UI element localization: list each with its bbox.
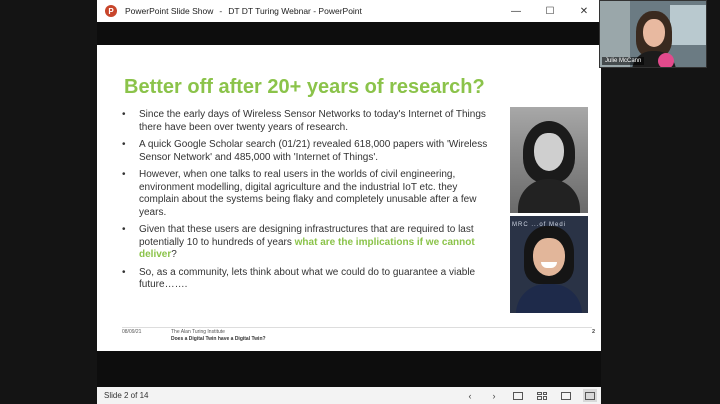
footer-institute: The Alan Turing Institute: [171, 329, 225, 335]
slide-show-shape: [585, 391, 595, 400]
slide-sorter-icon[interactable]: [535, 389, 549, 402]
participant-name: Julie McCann: [602, 57, 645, 65]
footer-date: 08/09/21: [122, 329, 142, 335]
window-title-separator: -: [219, 6, 223, 16]
previous-slide-icon[interactable]: ‹: [463, 389, 477, 402]
cam-window: [670, 5, 706, 45]
footer-divider: [122, 327, 592, 328]
slide-show-icon[interactable]: [583, 389, 597, 402]
photo-body: [518, 179, 580, 213]
photo-face: [533, 238, 565, 276]
cam-face: [643, 19, 665, 47]
bullet-item: So, as a community, lets think about wha…: [122, 267, 496, 292]
footer-subtitle: Does a Digital Twin have a Digital Twin?: [171, 336, 266, 342]
reading-view-shape: [561, 391, 571, 400]
normal-view-icon[interactable]: [511, 389, 525, 402]
bullet-item: Given that these users are designing inf…: [122, 224, 496, 262]
bullet-item: However, when one talks to real users in…: [122, 169, 496, 219]
maximize-button[interactable]: ☐: [533, 0, 567, 22]
powerpoint-window: P PowerPoint Slide Show - DT DT Turing Web…: [97, 0, 601, 404]
slide-sorter-shape: [537, 391, 547, 400]
slide-counter: Slide 2 of 14: [104, 391, 149, 400]
desktop: P PowerPoint Slide Show - DT DT Turing Web…: [0, 0, 720, 404]
window-title-document: DT DT Turing Webnar - PowerPoint: [228, 6, 362, 16]
bullet-item: A quick Google Scholar search (01/21) re…: [122, 139, 496, 164]
close-button[interactable]: ✕: [567, 0, 601, 22]
slide-page-number: 2: [592, 329, 596, 335]
bullet-list: Since the early days of Wireless Sensor …: [122, 109, 496, 297]
reading-view-icon[interactable]: [559, 389, 573, 402]
title-bar: P PowerPoint Slide Show - DT DT Turing Web…: [97, 0, 601, 22]
powerpoint-app-icon: P: [105, 5, 117, 17]
normal-view-shape: [513, 391, 523, 400]
cam-accessory: [658, 53, 674, 67]
status-bar-controls: ‹ ›: [463, 387, 597, 404]
slide-canvas[interactable]: Better off after 20+ years of research? …: [97, 45, 601, 351]
window-title-app: PowerPoint Slide Show: [125, 6, 214, 16]
window-title: PowerPoint Slide Show - DT DT Turing Webna…: [125, 6, 362, 16]
status-bar: Slide 2 of 14 ‹ ›: [97, 387, 601, 404]
slide-title: Better off after 20+ years of research?: [124, 76, 485, 98]
photo-face: [534, 133, 564, 171]
bullet-text-end: ?: [171, 249, 177, 260]
minimize-button[interactable]: —: [499, 0, 533, 22]
photo-body: [516, 284, 582, 313]
next-slide-icon[interactable]: ›: [487, 389, 501, 402]
webcam-thumbnail[interactable]: Julie McCann: [599, 0, 707, 68]
window-controls: — ☐ ✕: [499, 0, 601, 22]
portrait-photo-young: [510, 107, 588, 213]
portrait-photo-recent: MRC ...of Medi: [510, 216, 588, 313]
bullet-item: Since the early days of Wireless Sensor …: [122, 109, 496, 134]
